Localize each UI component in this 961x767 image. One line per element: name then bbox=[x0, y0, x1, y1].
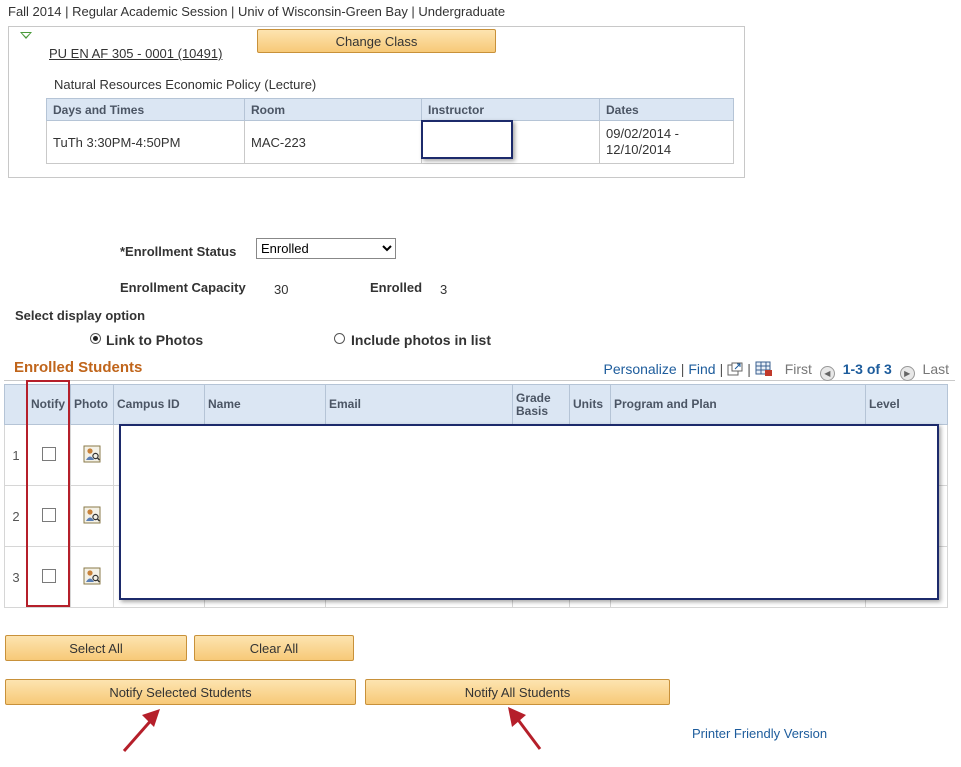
days-times-cell: TuTh 3:30PM-4:50PM bbox=[46, 120, 245, 164]
capacity-value: 30 bbox=[274, 282, 289, 297]
student-photo-icon[interactable] bbox=[83, 506, 101, 527]
annotation-arrow-icon bbox=[508, 707, 542, 750]
col-instructor: Instructor bbox=[421, 98, 600, 121]
enrolled-value: 3 bbox=[440, 282, 448, 297]
photo-cell bbox=[70, 424, 114, 486]
display-option-heading: Select display option bbox=[15, 308, 146, 323]
col-dates: Dates bbox=[599, 98, 734, 121]
notify-selected-button[interactable]: Notify Selected Students bbox=[5, 679, 356, 705]
col-photo: Photo bbox=[70, 384, 114, 425]
row-number: 2 bbox=[4, 485, 28, 547]
select-all-button[interactable]: Select All bbox=[5, 635, 187, 661]
photo-cell bbox=[70, 485, 114, 547]
dates-start: 09/02/2014 - bbox=[606, 126, 680, 141]
prev-arrow-icon[interactable]: ◀ bbox=[819, 366, 835, 381]
row-number: 1 bbox=[4, 424, 28, 486]
include-photos-label: Include photos in list bbox=[351, 332, 491, 348]
printer-friendly-link[interactable]: Printer Friendly Version bbox=[692, 726, 827, 741]
class-description: Natural Resources Economic Policy (Lectu… bbox=[54, 77, 317, 92]
student-photo-icon[interactable] bbox=[83, 445, 101, 466]
col-grade-basis-2: Basis bbox=[516, 403, 549, 418]
last-label[interactable]: Last bbox=[923, 361, 949, 377]
meeting-row: TuTh 3:30PM-4:50PM MAC-223 09/02/2014 - … bbox=[46, 120, 734, 164]
col-units: Units bbox=[569, 384, 611, 425]
photo-cell bbox=[70, 546, 114, 608]
view-all-icon[interactable] bbox=[727, 362, 743, 380]
clear-all-button[interactable]: Clear All bbox=[194, 635, 354, 661]
enrolled-label: Enrolled bbox=[370, 280, 423, 295]
col-level: Level bbox=[865, 384, 948, 425]
enrollment-status-label: *Enrollment Status bbox=[120, 244, 237, 259]
dates-end: 12/10/2014 bbox=[606, 142, 672, 157]
class-link[interactable]: PU EN AF 305 - 0001 (10491) bbox=[49, 46, 222, 61]
meeting-table: Days and Times Room Instructor Dates TuT… bbox=[46, 98, 734, 164]
enrollment-status-select[interactable]: Enrolled bbox=[256, 238, 396, 259]
term-info: Fall 2014 | Regular Academic Session | U… bbox=[8, 4, 506, 19]
download-excel-icon[interactable] bbox=[755, 361, 773, 380]
grid-title: Enrolled Students bbox=[14, 359, 143, 376]
student-photo-icon[interactable] bbox=[83, 567, 101, 588]
col-email: Email bbox=[325, 384, 513, 425]
instructor-redaction bbox=[421, 120, 513, 159]
col-grade-basis: Grade Basis bbox=[512, 384, 570, 425]
find-link[interactable]: Find bbox=[688, 361, 715, 377]
room-cell: MAC-223 bbox=[244, 120, 422, 164]
row-number: 3 bbox=[4, 546, 28, 608]
personalize-link[interactable]: Personalize bbox=[604, 361, 677, 377]
col-program-plan: Program and Plan bbox=[610, 384, 866, 425]
link-to-photos-label: Link to Photos bbox=[106, 332, 204, 348]
notify-all-button[interactable]: Notify All Students bbox=[365, 679, 670, 705]
capacity-label: Enrollment Capacity bbox=[120, 280, 246, 295]
next-arrow-icon[interactable]: ▶ bbox=[899, 366, 915, 381]
change-class-button[interactable]: Change Class bbox=[257, 29, 496, 53]
collapse-triangle-icon[interactable] bbox=[20, 32, 32, 39]
col-rownum bbox=[4, 384, 28, 425]
col-campus-id: Campus ID bbox=[113, 384, 205, 425]
include-photos-radio[interactable] bbox=[334, 333, 345, 344]
col-days-times: Days and Times bbox=[46, 98, 245, 121]
col-name: Name bbox=[204, 384, 326, 425]
col-room: Room bbox=[244, 98, 422, 121]
first-label[interactable]: First bbox=[785, 361, 812, 377]
link-to-photos-radio[interactable] bbox=[90, 333, 101, 344]
notify-column-highlight bbox=[26, 380, 70, 607]
annotation-arrow-icon bbox=[122, 709, 160, 752]
range-label: 1-3 of 3 bbox=[842, 361, 892, 377]
dates-cell: 09/02/2014 - 12/10/2014 bbox=[599, 120, 734, 164]
col-grade-basis-1: Grade bbox=[516, 390, 551, 405]
student-data-redaction bbox=[119, 424, 939, 600]
grid-navigation: Personalize | Find | | First ◀ 1-3 of 3 ▶ La… bbox=[604, 361, 949, 381]
